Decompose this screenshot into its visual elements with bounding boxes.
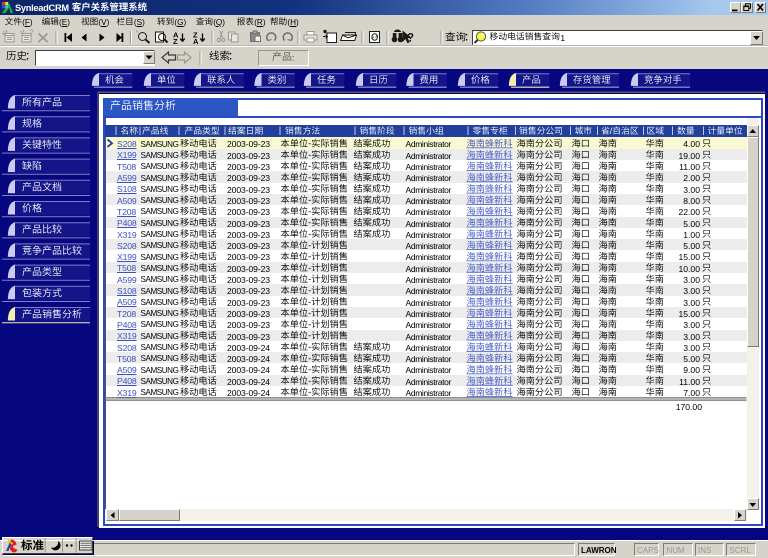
svg-text:-: - — [308, 252, 311, 262]
svg-text:-: - — [308, 240, 311, 250]
svg-text:-: - — [308, 206, 311, 216]
svg-text:-: - — [308, 173, 311, 183]
svg-text:/: / — [610, 126, 613, 136]
svg-text:-: - — [308, 150, 311, 160]
svg-text:-: - — [308, 184, 311, 194]
svg-text:-: - — [308, 319, 311, 329]
svg-text:-: - — [308, 353, 311, 363]
svg-text:-: - — [308, 274, 311, 284]
svg-text:-: - — [308, 308, 311, 318]
svg-text:-: - — [308, 263, 311, 273]
svg-text:-: - — [308, 139, 311, 149]
svg-text:-: - — [308, 342, 311, 352]
svg-text:-: - — [308, 195, 311, 205]
svg-text:-: - — [308, 218, 311, 228]
svg-text:-: - — [308, 229, 311, 239]
svg-text:-: - — [308, 161, 311, 171]
svg-text:-: - — [308, 365, 311, 375]
svg-text:?: ? — [407, 33, 414, 45]
svg-text:-: - — [308, 331, 311, 341]
svg-text:-: - — [308, 376, 311, 386]
svg-text:?: ? — [30, 28, 34, 37]
svg-text:-: - — [308, 297, 311, 307]
svg-text:A: A — [193, 37, 199, 46]
svg-text:-: - — [308, 286, 311, 296]
svg-text:Z: Z — [173, 37, 178, 46]
svg-text:-: - — [308, 387, 311, 397]
